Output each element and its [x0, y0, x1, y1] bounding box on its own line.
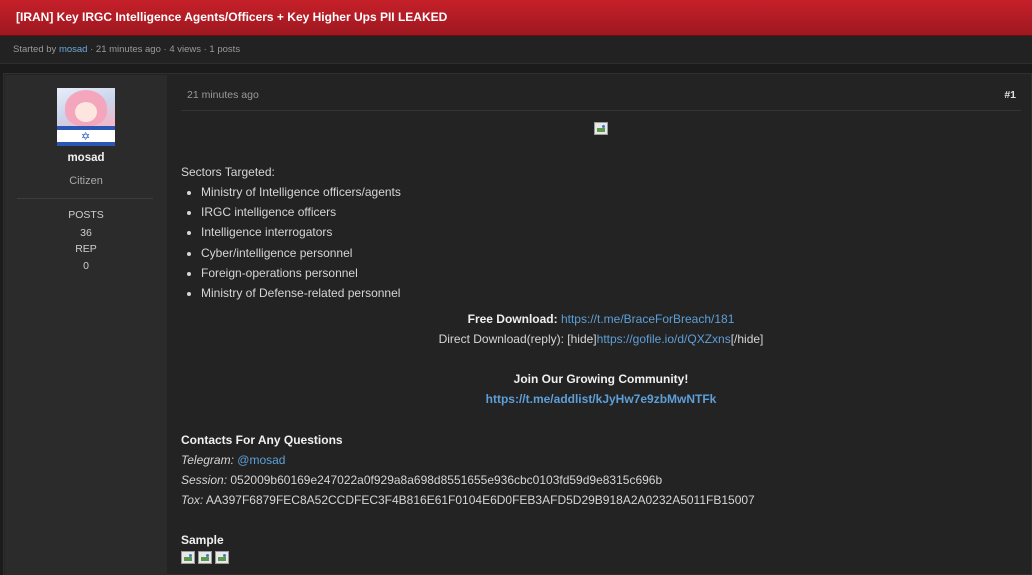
post-content: 21 minutes ago #1 Sectors Targeted: Mini…	[181, 75, 1021, 575]
session-value: 052009b60169e247022a0f929a8a698d8551655e…	[230, 473, 663, 487]
telegram-line: Telegram: @mosad	[181, 453, 285, 467]
tox-line: Tox: AA397F6879FEC8A52CCDFEC3F4B816E61F0…	[181, 493, 755, 507]
free-download-label: Free Download:	[467, 312, 558, 326]
list-item: Cyber/intelligence personnel	[201, 246, 401, 266]
session-line: Session: 052009b60169e247022a0f929a8a698…	[181, 473, 662, 487]
sample-image-icon[interactable]	[181, 551, 195, 564]
thread-meta: Started by mosad · 21 minutes ago · 4 vi…	[13, 44, 240, 55]
banner-image-icon	[594, 122, 608, 135]
contacts-heading: Contacts For Any Questions	[181, 433, 343, 447]
direct-download-prefix: Direct Download(reply): [hide]	[438, 332, 597, 346]
sample-heading: Sample	[181, 533, 224, 547]
sample-image-icon[interactable]	[215, 551, 229, 564]
post-timestamp: 21 minutes ago	[187, 89, 259, 101]
list-item: Intelligence interrogators	[201, 225, 401, 245]
telegram-label: Telegram:	[181, 453, 234, 467]
user-title: Citizen	[69, 175, 103, 187]
rep-count: 0	[83, 260, 89, 272]
tox-value: AA397F6879FEC8A52CCDFEC3F4B816E61F0104E6…	[205, 493, 755, 507]
list-item: IRGC intelligence officers	[201, 205, 401, 225]
posts-count: 36	[80, 227, 92, 239]
username[interactable]: mosad	[5, 152, 167, 164]
sidebar-divider	[17, 198, 153, 199]
post-number-link[interactable]: #1	[1004, 89, 1016, 101]
list-item: Ministry of Defense-related personnel	[201, 286, 401, 306]
tox-label: Tox:	[181, 493, 204, 507]
direct-download-line: Direct Download(reply): [hide]https://go…	[181, 332, 1021, 346]
sectors-heading: Sectors Targeted:	[181, 165, 275, 179]
thread-meta-bar: Started by mosad · 21 minutes ago · 4 vi…	[0, 36, 1032, 64]
thread-author-link[interactable]: mosad	[59, 44, 88, 55]
telegram-handle-link[interactable]: @mosad	[237, 453, 285, 467]
thread-title-bar: [IRAN] Key IRGC Intelligence Agents/Offi…	[0, 0, 1032, 36]
community-link[interactable]: https://t.me/addlist/kJyHw7e9zbMwNTFk	[486, 392, 717, 406]
post: ✡ mosad Citizen POSTS 36 REP 0 21 minute…	[3, 73, 1032, 575]
list-item: Foreign-operations personnel	[201, 266, 401, 286]
community-line: https://t.me/addlist/kJyHw7e9zbMwNTFk	[181, 392, 1021, 406]
direct-download-link[interactable]: https://gofile.io/d/QXZxns	[597, 332, 731, 346]
started-by-label: Started by	[13, 44, 57, 55]
sectors-list: Ministry of Intelligence officers/agents…	[184, 185, 401, 306]
avatar[interactable]: ✡	[57, 88, 115, 146]
session-label: Session:	[181, 473, 228, 487]
community-heading: Join Our Growing Community!	[513, 372, 689, 386]
post-author-sidebar: ✡ mosad Citizen POSTS 36 REP 0	[5, 75, 167, 575]
free-download-link[interactable]: https://t.me/BraceForBreach/181	[561, 312, 734, 326]
rep-label: REP	[75, 243, 97, 255]
free-download-line: Free Download: https://t.me/BraceForBrea…	[181, 312, 1021, 326]
posts-label: POSTS	[68, 209, 104, 221]
direct-download-suffix: [/hide]	[730, 332, 764, 346]
post-header: 21 minutes ago #1	[181, 75, 1021, 111]
sample-image-icon[interactable]	[198, 551, 212, 564]
thread-title: [IRAN] Key IRGC Intelligence Agents/Offi…	[16, 10, 448, 24]
thread-meta-stats: · 21 minutes ago · 4 views · 1 posts	[90, 44, 241, 55]
list-item: Ministry of Intelligence officers/agents	[201, 185, 401, 205]
